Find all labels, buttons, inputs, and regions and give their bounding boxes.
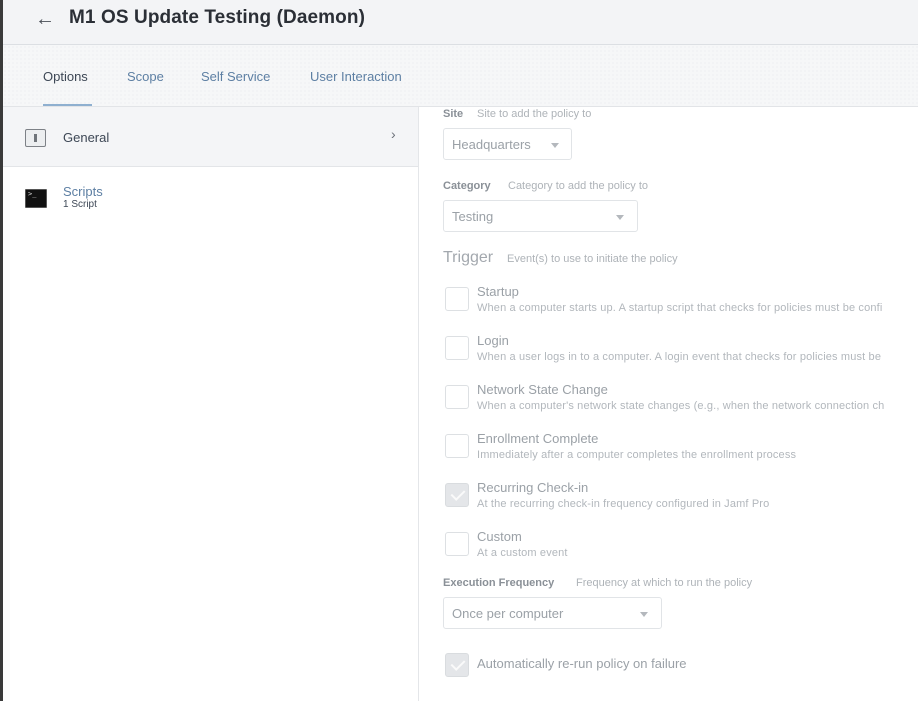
- tab-self-service[interactable]: Self Service: [201, 69, 270, 84]
- tab-bar: Options Scope Self Service User Interact…: [3, 45, 918, 107]
- site-description: Site to add the policy to: [477, 108, 592, 120]
- tab-scope[interactable]: Scope: [127, 69, 164, 84]
- startup-title: Startup: [477, 284, 519, 299]
- login-checkbox[interactable]: [445, 336, 469, 360]
- custom-description: At a custom event: [477, 547, 568, 559]
- chevron-down-icon: [640, 612, 648, 617]
- execution-frequency-value: Once per computer: [452, 606, 564, 621]
- startup-checkbox[interactable]: [445, 287, 469, 311]
- tab-user-interaction[interactable]: User Interaction: [310, 69, 402, 84]
- chevron-down-icon: [551, 143, 559, 148]
- login-description: When a user logs in to a computer. A log…: [477, 351, 882, 363]
- recurring-check-in-description: At the recurring check-in frequency conf…: [477, 498, 770, 510]
- sidebar: General › >_ Scripts 1 Script: [3, 107, 419, 701]
- enrollment-complete-checkbox[interactable]: [445, 434, 469, 458]
- site-label: Site: [443, 108, 464, 120]
- custom-title: Custom: [477, 529, 522, 544]
- terminal-icon: >_: [25, 189, 47, 208]
- category-select-value: Testing: [452, 209, 494, 224]
- page-title: M1 OS Update Testing (Daemon): [69, 7, 366, 28]
- recurring-check-in-checkbox[interactable]: [445, 483, 469, 507]
- sidebar-item-label: General: [63, 130, 110, 145]
- enrollment-complete-description: Immediately after a computer completes t…: [477, 449, 797, 461]
- custom-checkbox[interactable]: [445, 532, 469, 556]
- rerun-on-failure-checkbox[interactable]: [445, 653, 469, 677]
- trigger-description: Event(s) to use to initiate the policy: [507, 253, 678, 265]
- network-state-change-description: When a computer's network state changes …: [477, 400, 885, 412]
- category-description: Category to add the policy to: [508, 180, 649, 192]
- tab-options[interactable]: Options: [43, 69, 88, 84]
- sidebar-item-label: Scripts: [63, 184, 103, 199]
- active-tab-indicator: [43, 104, 92, 106]
- category-select[interactable]: Testing: [443, 200, 638, 232]
- recurring-check-in-title: Recurring Check-in: [477, 480, 589, 495]
- network-state-change-checkbox[interactable]: [445, 385, 469, 409]
- page-header: ← M1 OS Update Testing (Daemon): [3, 0, 918, 45]
- category-label: Category: [443, 180, 491, 192]
- site-select-value: Headquarters: [452, 137, 531, 152]
- sidebar-item-count: 1 Script: [63, 199, 97, 210]
- execution-frequency-label: Execution Frequency: [443, 577, 555, 589]
- sidebar-item-general[interactable]: General ›: [3, 107, 418, 167]
- execution-frequency-description: Frequency at which to run the policy: [576, 577, 753, 589]
- window-edge: [0, 0, 3, 701]
- login-title: Login: [477, 333, 509, 348]
- startup-description: When a computer starts up. A startup scr…: [477, 302, 883, 314]
- enrollment-complete-title: Enrollment Complete: [477, 431, 599, 446]
- chevron-down-icon: [616, 215, 624, 220]
- general-switch-icon: [25, 129, 46, 147]
- left-arrow-icon[interactable]: ←: [35, 8, 57, 30]
- scroll-fade: [420, 685, 918, 701]
- chevron-right-icon: ›: [391, 126, 396, 142]
- execution-frequency-select[interactable]: Once per computer: [443, 597, 662, 629]
- rerun-on-failure-label: Automatically re-run policy on failure: [477, 656, 687, 671]
- policy-options-form: Site Site to add the policy to Headquart…: [420, 107, 918, 701]
- trigger-heading: Trigger: [443, 249, 494, 266]
- network-state-change-title: Network State Change: [477, 382, 608, 397]
- site-select[interactable]: Headquarters: [443, 128, 572, 160]
- sidebar-item-scripts[interactable]: >_ Scripts 1 Script: [3, 167, 418, 237]
